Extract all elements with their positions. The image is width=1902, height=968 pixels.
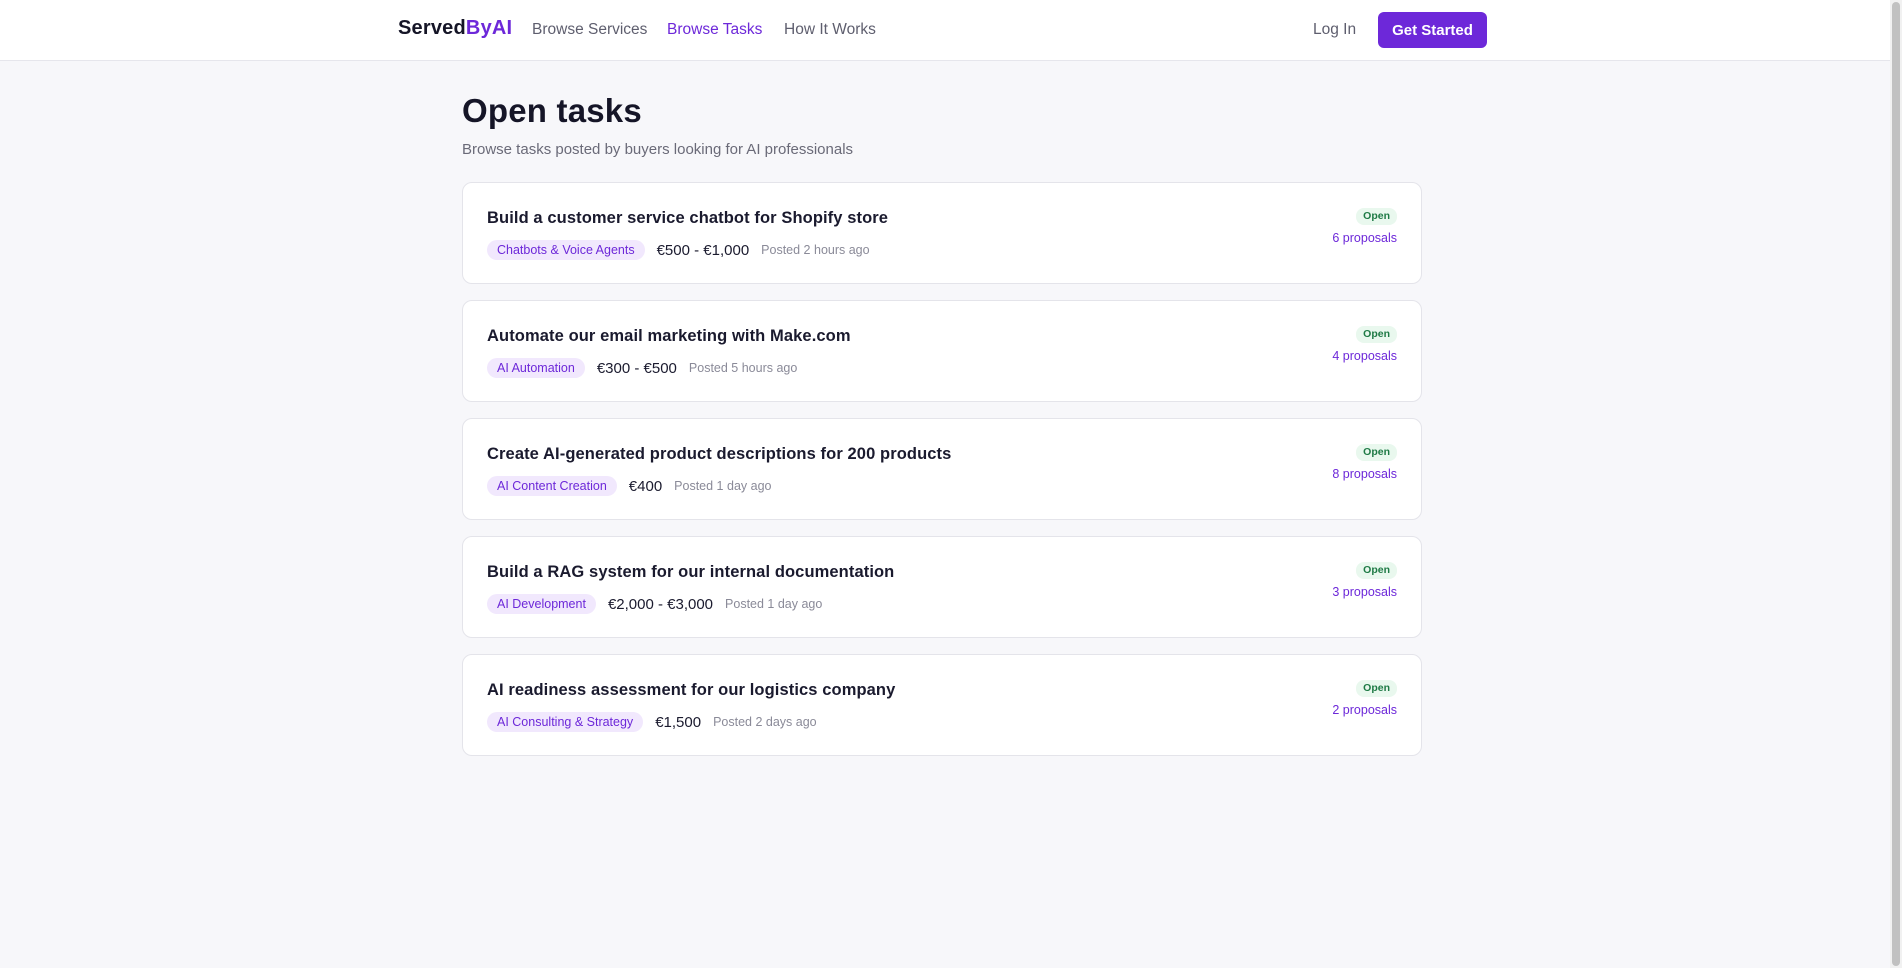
task-meta: AI Consulting & Strategy €1,500 Posted 2… [487,712,817,732]
task-budget: €2,000 - €3,000 [607,595,714,613]
task-budget: €300 - €500 [596,359,677,377]
proposals-count: 2 proposals [1332,703,1397,717]
category-tag: Chatbots & Voice Agents [487,240,645,260]
page-title: Open tasks [462,92,642,129]
login-link[interactable]: Log In [1313,21,1356,39]
status-badge: Open [1356,680,1397,697]
proposals-count: 3 proposals [1332,585,1397,599]
task-card[interactable]: Create AI-generated product descriptions… [462,418,1422,520]
task-posted-time: Posted 2 hours ago [761,243,870,257]
category-tag: AI Consulting & Strategy [487,712,644,732]
status-badge: Open [1356,208,1397,225]
task-card[interactable]: Build a RAG system for our internal docu… [462,536,1422,638]
nav-browse-tasks[interactable]: Browse Tasks [667,21,762,39]
task-card[interactable]: AI readiness assessment for our logistic… [462,654,1422,756]
status-badge: Open [1356,326,1397,343]
task-title[interactable]: AI readiness assessment for our logistic… [487,681,895,700]
task-title[interactable]: Build a customer service chatbot for Sho… [487,209,888,228]
task-list: Build a customer service chatbot for Sho… [462,182,1422,756]
task-card[interactable]: Automate our email marketing with Make.c… [462,300,1422,402]
logo-text-main: Served [398,17,466,39]
task-meta: AI Content Creation €400 Posted 1 day ag… [487,476,771,496]
status-badge: Open [1356,562,1397,579]
task-title[interactable]: Automate our email marketing with Make.c… [487,327,851,346]
task-posted-time: Posted 5 hours ago [688,361,798,375]
top-navbar: ServedByAI Browse Services Browse Tasks … [0,0,1890,61]
page-scrollbar[interactable] [1890,0,1902,968]
proposals-count: 4 proposals [1332,349,1397,363]
get-started-button[interactable]: Get Started [1378,12,1487,48]
task-budget: €500 - €1,000 [656,241,750,259]
status-badge: Open [1356,444,1397,461]
nav-browse-services[interactable]: Browse Services [532,21,647,39]
scrollbar-thumb[interactable] [1892,2,1900,966]
main-content: Open tasks Browse tasks posted by buyers… [462,92,1422,772]
task-meta: AI Development €2,000 - €3,000 Posted 1 … [487,594,822,614]
category-tag: AI Development [487,594,596,614]
task-budget: €1,500 [655,713,702,731]
task-meta: Chatbots & Voice Agents €500 - €1,000 Po… [487,240,870,260]
page-subtitle: Browse tasks posted by buyers looking fo… [462,141,854,158]
category-tag: AI Content Creation [487,476,617,496]
task-posted-time: Posted 1 day ago [674,479,772,493]
task-posted-time: Posted 2 days ago [713,715,817,729]
nav-how-it-works[interactable]: How It Works [784,21,876,39]
task-posted-time: Posted 1 day ago [725,597,823,611]
task-budget: €400 [628,477,663,495]
task-title[interactable]: Create AI-generated product descriptions… [487,445,951,464]
logo-text-accent: ByAI [465,17,513,39]
task-meta: AI Automation €300 - €500 Posted 5 hours… [487,358,797,378]
proposals-count: 6 proposals [1332,231,1397,245]
proposals-count: 8 proposals [1332,467,1397,481]
category-tag: AI Automation [487,358,585,378]
site-logo[interactable]: ServedByAI [398,17,512,40]
page: ServedByAI Browse Services Browse Tasks … [0,0,1902,968]
task-title[interactable]: Build a RAG system for our internal docu… [487,563,894,582]
task-card[interactable]: Build a customer service chatbot for Sho… [462,182,1422,284]
